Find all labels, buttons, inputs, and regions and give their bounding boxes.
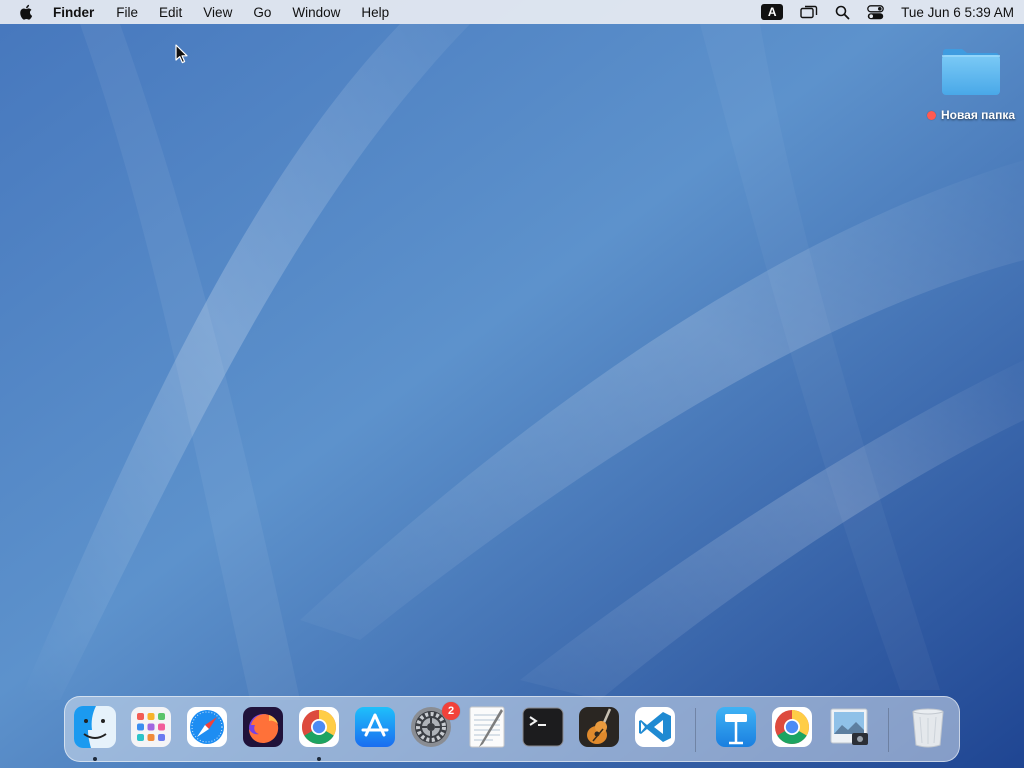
menu-edit[interactable]: Edit: [159, 5, 182, 20]
menu-window[interactable]: Window: [292, 5, 340, 20]
dock-item-trash[interactable]: [904, 703, 952, 751]
dock-item-app-store[interactable]: [351, 703, 399, 751]
running-indicator-chrome: [317, 757, 321, 761]
dock-item-keynote[interactable]: [712, 703, 760, 751]
running-indicator-finder: [93, 757, 97, 761]
dock-item-terminal[interactable]: [519, 703, 567, 751]
menu-bar: Finder File Edit View Go Window Help A T…: [0, 0, 1024, 24]
dock-separator: [695, 708, 696, 752]
mouse-cursor-icon: [175, 44, 188, 64]
chrome-icon: [299, 707, 339, 747]
apple-menu-icon[interactable]: [18, 4, 34, 20]
safari-icon: [187, 707, 227, 747]
launchpad-icon: [131, 707, 171, 747]
firefox-icon: [243, 707, 283, 747]
folder-icon: [942, 49, 1000, 95]
garageband-icon: [579, 707, 619, 747]
input-source-indicator[interactable]: A: [761, 4, 784, 20]
dock-item-finder[interactable]: [71, 703, 119, 751]
chrome-icon: [772, 707, 812, 747]
terminal-icon: [522, 707, 564, 747]
spotlight-search-icon[interactable]: [835, 5, 850, 20]
desktop-wallpaper: [0, 0, 1024, 768]
dock-item-safari[interactable]: [183, 703, 231, 751]
folder-name-text: Новая папка: [940, 108, 1016, 122]
menu-go[interactable]: Go: [253, 5, 271, 20]
trash-icon: [912, 708, 944, 748]
dock-item-garageband[interactable]: [575, 703, 623, 751]
preview-icon: [830, 708, 868, 745]
dock-item-preview[interactable]: [826, 703, 874, 751]
vscode-icon: [635, 707, 675, 747]
dock-item-textedit[interactable]: [463, 703, 511, 751]
desktop-folder[interactable]: Новая папка: [918, 44, 1024, 128]
control-center-icon[interactable]: [867, 4, 885, 20]
folder-name-label: Новая папка: [926, 108, 1016, 122]
screen-mirroring-icon[interactable]: [800, 5, 818, 19]
menu-help[interactable]: Help: [361, 5, 389, 20]
dock-item-chrome[interactable]: [295, 703, 343, 751]
keynote-icon: [716, 707, 756, 747]
textedit-icon: [469, 706, 505, 748]
app-store-icon: [355, 707, 395, 747]
finder-icon: [74, 706, 116, 748]
dock-item-launchpad[interactable]: [127, 703, 175, 751]
menu-view[interactable]: View: [203, 5, 232, 20]
notification-badge: 2: [442, 702, 460, 720]
menu-bar-clock[interactable]: Tue Jun 6 5:39 AM: [901, 5, 1014, 20]
dock-separator-2: [888, 708, 889, 752]
red-tag-dot: [926, 110, 936, 120]
dock-item-chrome-2[interactable]: [768, 703, 816, 751]
menu-app-finder[interactable]: Finder: [53, 5, 94, 20]
dock-item-vscode[interactable]: [631, 703, 679, 751]
dock-item-firefox[interactable]: [239, 703, 287, 751]
menu-file[interactable]: File: [116, 5, 138, 20]
